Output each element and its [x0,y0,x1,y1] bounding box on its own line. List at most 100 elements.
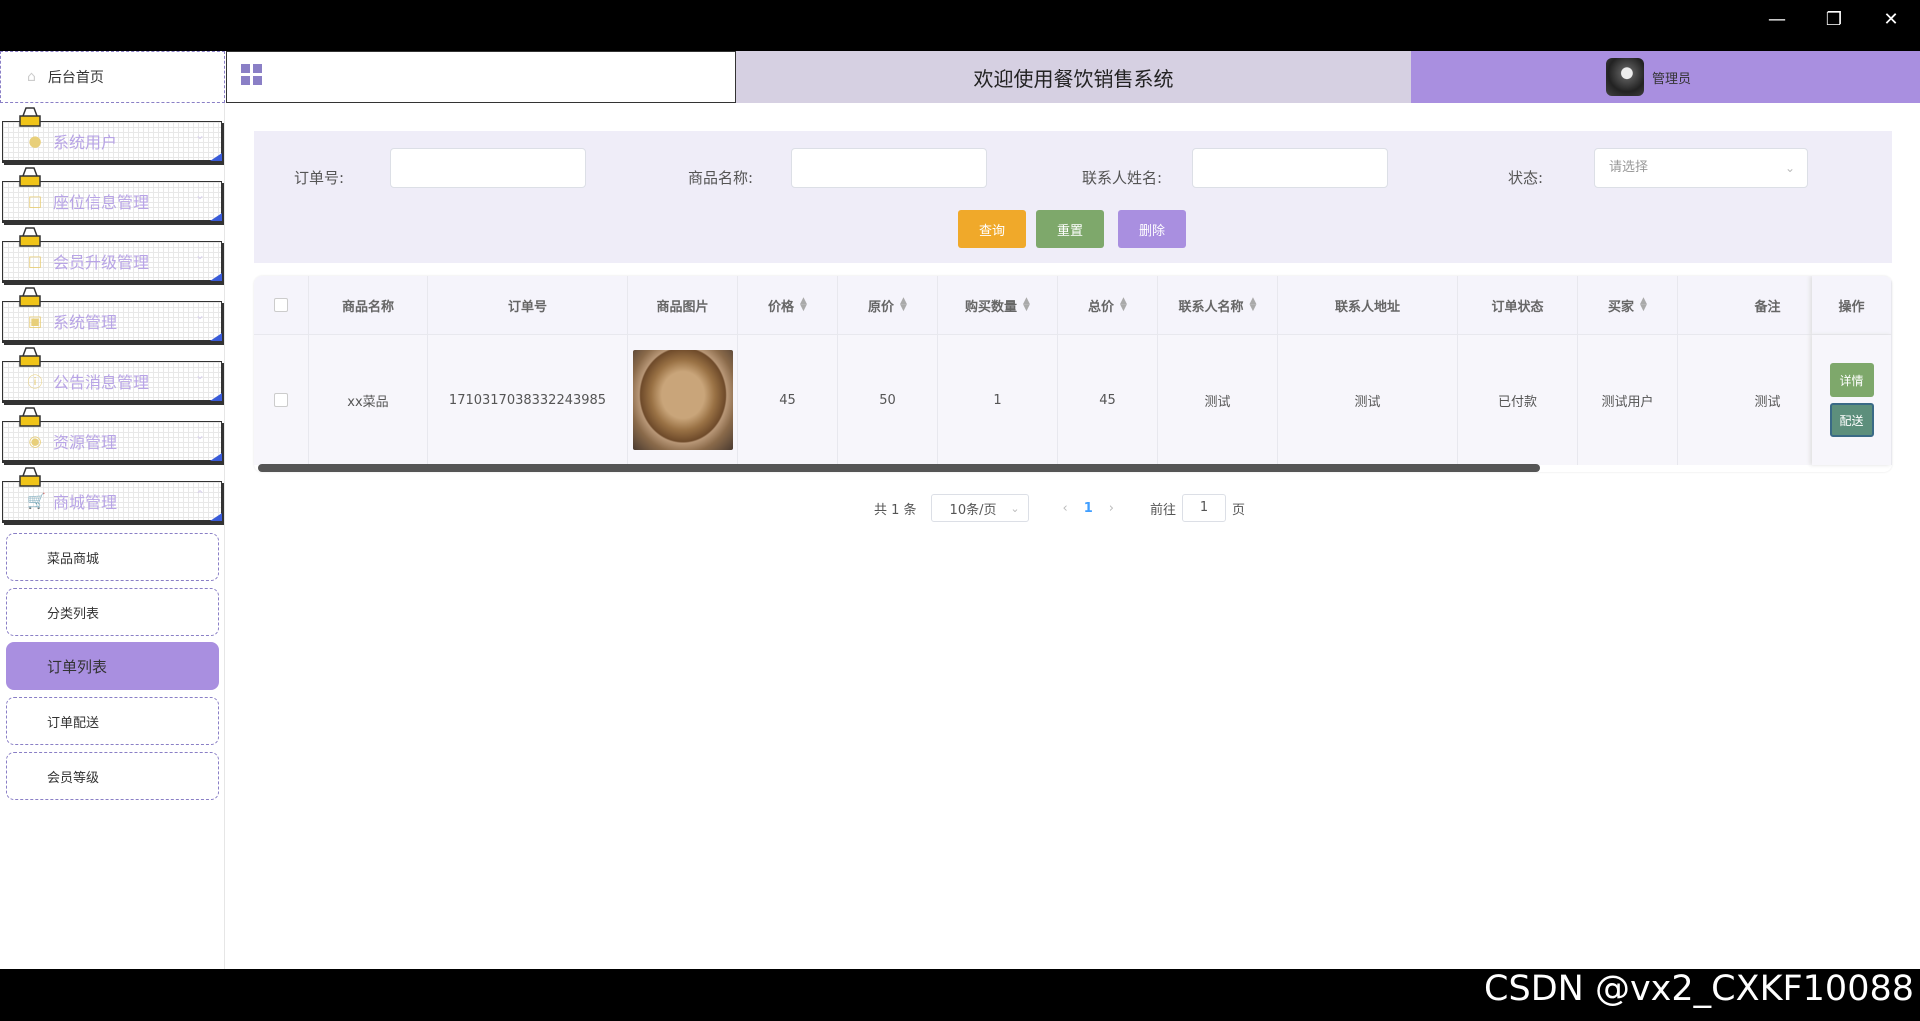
corner-decoration [210,333,222,341]
page-title: 欢迎使用餐饮销售系统 [736,51,1411,103]
app-window: ⌂ 后台首页 ● 系统用户 ⌄ □ 座位信息管理 ⌄ □ 会员升级管理 ⌄ ▣ [0,51,1920,969]
sidebar-item-member-upgrade[interactable]: □ 会员升级管理 ⌄ [2,227,222,283]
product-image[interactable] [632,350,733,450]
corner-decoration [210,453,222,461]
column-header-sortable[interactable]: 价格 ▲ ▼ [738,276,838,335]
chevron-down-icon: ⌄ [1010,501,1020,515]
goto-suffix: 页 [1232,502,1246,518]
column-header: 商品图片 [628,276,738,335]
column-header-sortable[interactable]: 买家 ▲ ▼ [1578,276,1678,335]
sidebar-item-label: 系统用户 [53,133,118,152]
corner-decoration [210,213,222,221]
column-header-label: 买家 [1608,299,1635,315]
select-all-cell [254,276,309,335]
sidebar-item-resources[interactable]: ◉ 资源管理 ⌄ [2,407,222,463]
contact-name-label: 联系人姓名: [1082,169,1163,187]
cart-icon: 🛒 [27,492,46,510]
prev-page-icon[interactable]: ‹ [1063,501,1068,516]
cell-buyer: 测试用户 [1578,335,1678,465]
user-icon: ● [28,132,42,150]
deliver-button[interactable]: 配送 [1829,403,1874,437]
sidebar-subitem-order-list[interactable]: 订单列表 [6,642,219,690]
sidebar-item-seat-info[interactable]: □ 座位信息管理 ⌄ [2,167,222,223]
search-panel: 订单号: 商品名称: 联系人姓名: 状态: 请选择 ⌄ 查询 重置 删除 [254,131,1892,263]
column-header-sortable[interactable]: 购买数量 ▲ ▼ [938,276,1058,335]
page-size-select[interactable]: 10条/页 ⌄ [930,494,1029,522]
chevron-down-icon: ⌄ [194,308,205,322]
chevron-up-icon: ⌃ [194,488,205,502]
cell-total: 45 [1058,335,1158,465]
page-number[interactable]: 1 [1084,501,1093,516]
column-header-sortable[interactable]: 总价 ▲ ▼ [1058,276,1158,335]
binder-clip-icon [19,287,41,307]
sidebar-subitem-order-delivery[interactable]: 订单配送 [6,697,219,745]
chevron-down-icon: ⌄ [194,428,205,442]
sidebar: ⌂ 后台首页 ● 系统用户 ⌄ □ 座位信息管理 ⌄ □ 会员升级管理 ⌄ ▣ [0,51,225,969]
edit-icon: □ [27,252,43,270]
bottom-bar: CSDN @vx2_CXKF10088 [0,969,1920,1021]
next-page-icon[interactable]: › [1109,501,1114,516]
cell-contact-address: 测试 [1278,335,1458,465]
status-select[interactable]: 请选择 ⌄ [1594,148,1808,188]
column-header-sortable[interactable]: 联系人名称 ▲ ▼ [1158,276,1278,335]
column-header-sortable[interactable]: 原价 ▲ ▼ [838,276,938,335]
sidebar-item-label: 座位信息管理 [53,193,150,212]
sidebar-item-mall[interactable]: 🛒 商城管理 ⌃ [2,467,222,523]
menu-grid-icon[interactable] [241,64,263,86]
location-icon: ◉ [28,432,42,450]
corner-decoration [210,273,222,281]
cell-status: 已付款 [1458,335,1578,465]
sidebar-item-announcements[interactable]: ⓘ 公告消息管理 ⌄ [2,347,222,403]
avatar [1606,58,1644,96]
sidebar-item-system-users[interactable]: ● 系统用户 ⌄ [2,107,222,163]
corner-decoration [210,513,222,521]
corner-decoration [210,393,222,401]
chevron-down-icon: ⌄ [194,248,205,262]
restore-icon[interactable]: ❐ [1814,6,1854,34]
cell-contact-name: 测试 [1158,335,1278,465]
close-icon[interactable]: ✕ [1871,6,1911,34]
order-no-input[interactable] [390,148,586,188]
sidebar-subitem-member-level[interactable]: 会员等级 [6,752,219,800]
binder-clip-icon [19,107,41,127]
reset-button[interactable]: 重置 [1036,210,1104,248]
binder-clip-icon [19,347,41,367]
cell-actions: 详情 配送 [1812,335,1892,465]
product-name-input[interactable] [791,148,987,188]
sidebar-item-home[interactable]: ⌂ 后台首页 [0,51,225,103]
goto-page-input[interactable]: 1 [1182,494,1227,522]
info-icon: ⓘ [27,372,43,391]
sidebar-item-label: 公告消息管理 [53,373,150,392]
delete-button[interactable]: 删除 [1118,210,1186,248]
table-horizontal-scrollbar[interactable] [258,464,1540,472]
sort-icon[interactable]: ▲ ▼ [1023,297,1030,313]
image-icon: ▣ [27,312,43,330]
sidebar-subitem-label: 订单配送 [47,715,100,731]
detail-button[interactable]: 详情 [1829,363,1874,397]
sort-icon[interactable]: ▲ ▼ [1120,297,1127,313]
home-icon: ⌂ [27,69,36,85]
sidebar-subitem-dish-mall[interactable]: 菜品商城 [6,533,219,581]
page-size-value: 10条/页 [949,502,997,518]
column-header-label: 价格 [768,299,795,315]
sidebar-subitem-category-list[interactable]: 分类列表 [6,588,219,636]
sidebar-item-label: 系统管理 [53,313,118,332]
sidebar-item-system-manage[interactable]: ▣ 系统管理 ⌄ [2,287,222,343]
minimize-icon[interactable]: — [1757,6,1797,34]
cell-original-price: 50 [838,335,938,465]
sidebar-item-label: 商城管理 [53,493,118,512]
select-all-checkbox[interactable] [274,298,288,312]
sort-icon[interactable]: ▲ ▼ [900,297,907,313]
sort-icon[interactable]: ▲ ▼ [1640,297,1647,313]
column-header: 联系人地址 [1278,276,1458,335]
contact-name-input[interactable] [1192,148,1388,188]
chevron-down-icon: ⌄ [1784,161,1795,175]
query-button[interactable]: 查询 [958,210,1026,248]
sidebar-item-label: 会员升级管理 [53,253,150,272]
sort-icon[interactable]: ▲ ▼ [1250,297,1257,313]
sidebar-subitem-label: 订单列表 [47,657,108,676]
row-checkbox[interactable] [274,393,288,407]
user-menu[interactable]: 管理员 [1411,51,1920,103]
cell-price: 45 [738,335,838,465]
sort-icon[interactable]: ▲ ▼ [800,297,807,313]
